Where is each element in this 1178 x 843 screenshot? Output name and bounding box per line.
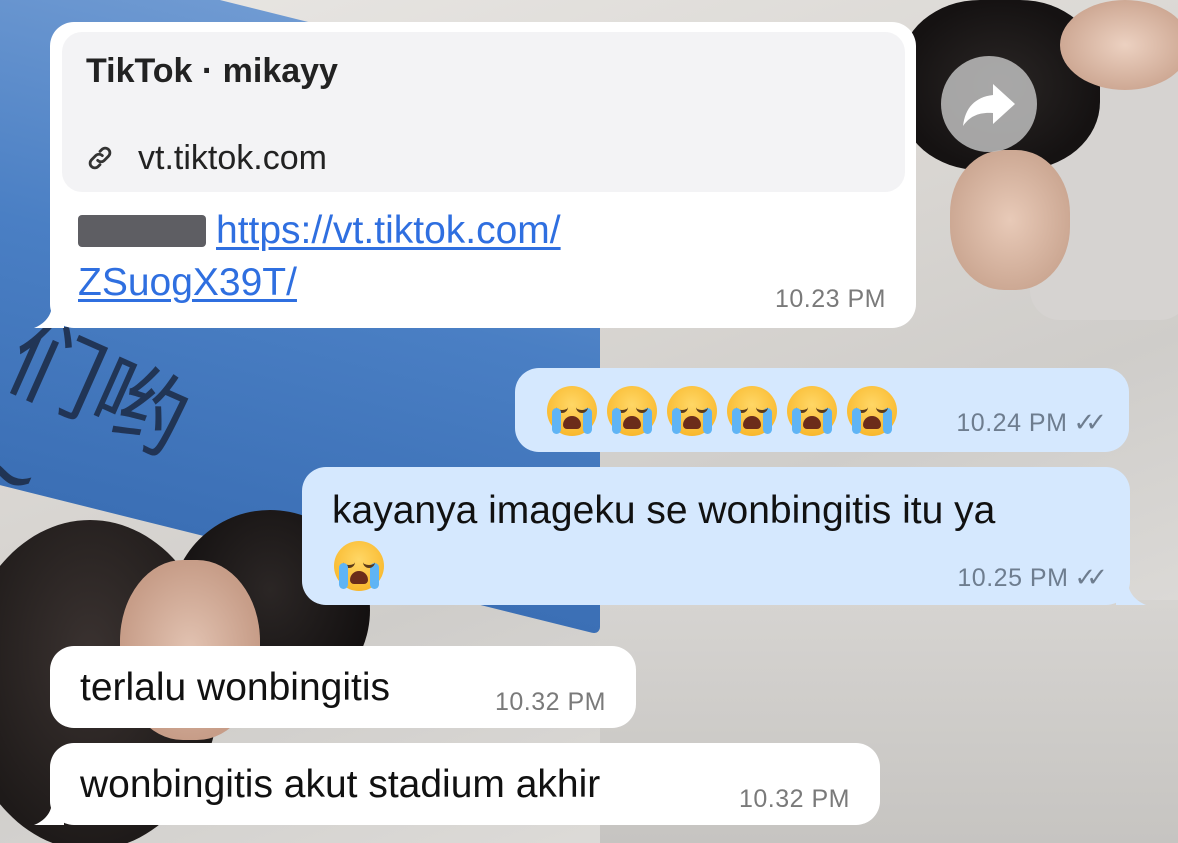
crying-face-emoji [667, 386, 717, 436]
read-checkmarks-icon: ✓✓ [1074, 563, 1107, 593]
link-preview-title: TikTok · mikayy [86, 52, 338, 90]
message-time: 10.32 PM [738, 785, 850, 813]
crying-face-emoji [547, 386, 597, 436]
read-checkmarks-icon: ✓✓ [1073, 408, 1106, 438]
link-url-line1[interactable]: https://vt.tiktok.com/ [216, 209, 561, 252]
forward-button[interactable] [941, 56, 1037, 152]
crying-face-emoji [787, 386, 837, 436]
forward-icon [963, 84, 1015, 126]
emoji-row [547, 386, 907, 436]
link-preview-domain: vt.tiktok.com [138, 139, 327, 177]
link-icon [88, 146, 112, 170]
link-url-line2[interactable]: ZSuogX39T/ [78, 261, 297, 304]
outgoing-text-message[interactable]: kayanya imageku se wonbingitis itu ya 10… [302, 467, 1130, 605]
redacted-text [78, 215, 206, 247]
crying-face-emoji [607, 386, 657, 436]
message-time: 10.25 PM [957, 564, 1069, 592]
crying-face-emoji [847, 386, 897, 436]
incoming-link-message[interactable]: TikTok · mikayy vt.tiktok.com https://vt… [50, 22, 916, 328]
crying-face-emoji [334, 541, 384, 591]
message-time: 10.23 PM [774, 285, 886, 313]
message-time: 10.32 PM [494, 688, 606, 716]
message-text: terlalu wonbingitis [80, 666, 391, 709]
message-time: 10.24 PM [956, 409, 1068, 437]
message-text: kayanya imageku se wonbingitis itu ya [332, 489, 996, 532]
incoming-text-message[interactable]: wonbingitis akut stadium akhir 10.32 PM [50, 743, 880, 825]
message-text: wonbingitis akut stadium akhir [80, 763, 601, 806]
outgoing-emoji-message[interactable]: 10.24 PM ✓✓ [515, 368, 1129, 452]
crying-face-emoji [727, 386, 777, 436]
incoming-text-message[interactable]: terlalu wonbingitis 10.32 PM [50, 646, 636, 728]
link-preview-card[interactable]: TikTok · mikayy vt.tiktok.com [62, 32, 905, 192]
